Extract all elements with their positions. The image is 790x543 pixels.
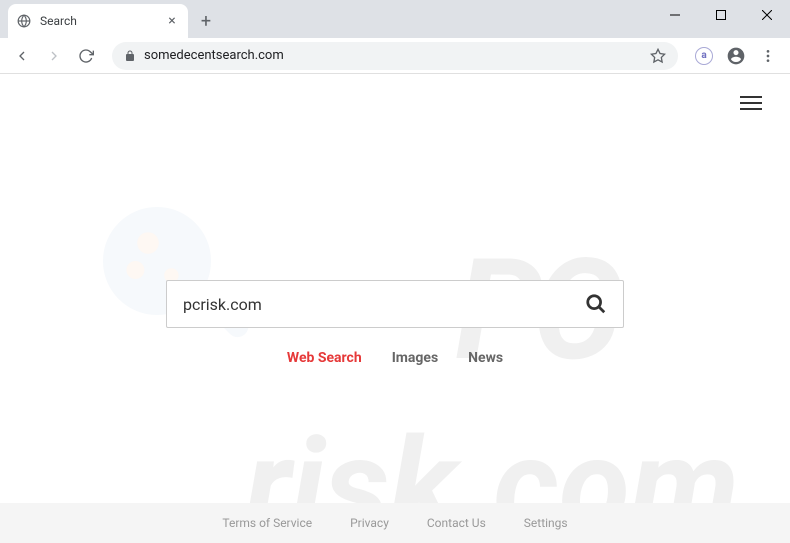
back-button[interactable] <box>8 42 36 70</box>
search-area: Web Search Images News <box>0 74 790 366</box>
browser-menu-icon[interactable] <box>754 42 782 70</box>
browser-toolbar: somedecentsearch.com a <box>0 38 790 74</box>
window-controls <box>652 0 790 30</box>
reload-button[interactable] <box>72 42 100 70</box>
footer-link-terms-of-service[interactable]: Terms of Service <box>222 516 312 530</box>
address-bar[interactable]: somedecentsearch.com <box>112 42 678 70</box>
browser-tab[interactable]: Search × <box>8 4 188 38</box>
extension-icon[interactable]: a <box>690 42 718 70</box>
search-tab-news[interactable]: News <box>468 350 503 366</box>
minimize-button[interactable] <box>652 0 698 30</box>
maximize-button[interactable] <box>698 0 744 30</box>
hamburger-menu-icon[interactable] <box>740 92 762 114</box>
search-input[interactable] <box>183 295 585 314</box>
url-text: somedecentsearch.com <box>144 48 642 63</box>
search-tab-images[interactable]: Images <box>392 350 438 366</box>
lock-icon <box>124 50 136 62</box>
search-box <box>166 280 624 328</box>
search-tabs: Web Search Images News <box>287 350 503 366</box>
window-titlebar: Search × + <box>0 0 790 38</box>
new-tab-button[interactable]: + <box>192 7 220 35</box>
footer-link-contact-us[interactable]: Contact Us <box>427 516 486 530</box>
star-icon[interactable] <box>650 48 666 64</box>
search-icon[interactable] <box>585 293 607 315</box>
close-window-button[interactable] <box>744 0 790 30</box>
tab-title: Search <box>40 14 156 28</box>
search-tab-web-search[interactable]: Web Search <box>287 350 362 366</box>
footer-link-settings[interactable]: Settings <box>524 516 568 530</box>
footer-link-privacy[interactable]: Privacy <box>350 516 389 530</box>
page-content: PC risk.com Web SearchImagesNews Terms o… <box>0 74 790 543</box>
forward-button[interactable] <box>40 42 68 70</box>
globe-icon <box>16 13 32 29</box>
profile-icon[interactable] <box>722 42 750 70</box>
footer: Terms of Service Privacy Contact Us Setting… <box>0 503 790 543</box>
close-icon[interactable]: × <box>164 13 180 29</box>
